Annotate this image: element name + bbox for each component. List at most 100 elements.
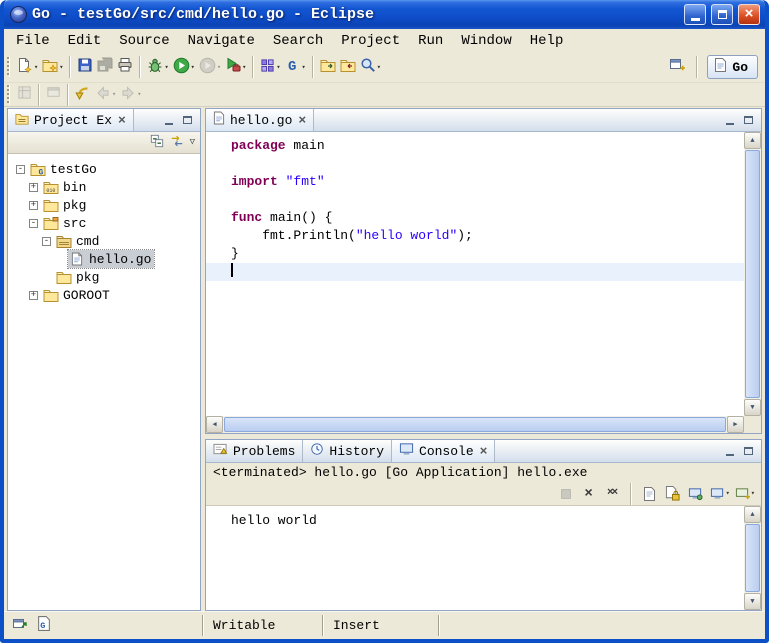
search-button[interactable]: ▾ [358,55,383,79]
menu-edit[interactable]: Edit [59,31,111,51]
maximize-view-button[interactable] [180,113,195,128]
code-line-4[interactable] [206,191,744,209]
fast-view-button[interactable] [12,616,28,635]
scroll-track[interactable] [744,149,761,399]
scroll-up-button[interactable]: ▲ [744,132,761,149]
view-menu-button[interactable]: ▽ [190,138,195,147]
tree-item-testgo[interactable]: -GtestGo [12,160,200,178]
tab-hello-go[interactable]: hello.go × [206,109,314,131]
editor-vertical-scrollbar[interactable]: ▲ ▼ [744,132,761,416]
import-button[interactable] [318,55,338,79]
dropdown-arrow-icon[interactable]: ▾ [34,63,38,72]
go-tools-button[interactable]: G▾ [283,55,308,79]
new-go-app-button[interactable]: ▾ [258,55,282,79]
close-view-icon[interactable]: × [480,445,488,458]
maximize-button[interactable] [711,4,733,25]
tree-item-bin[interactable]: +010bin [12,178,200,196]
pin-console-button[interactable] [687,484,705,504]
dropdown-arrow-icon[interactable]: ▾ [377,63,381,72]
tree-item-goroot[interactable]: +GOROOT [12,286,200,304]
display-selected-console-button[interactable]: ▾ [710,484,730,504]
scroll-track[interactable] [223,416,727,433]
scroll-left-button[interactable]: ◀ [206,416,223,433]
tab-history[interactable]: History [303,440,392,462]
dropdown-arrow-icon[interactable]: ▾ [137,90,141,99]
menu-source[interactable]: Source [110,31,178,51]
expand-handle-icon[interactable]: + [29,183,38,192]
export-button[interactable] [338,55,358,79]
dropdown-arrow-icon[interactable]: ▾ [276,63,280,72]
remove-all-launches-button[interactable]: ×× [603,484,621,504]
menu-project[interactable]: Project [332,31,409,51]
scroll-right-button[interactable]: ▶ [727,416,744,433]
go-status-button[interactable]: G [37,616,51,635]
code-area[interactable]: package mainimport "fmt"func main() { fm… [206,132,744,416]
open-perspective-button[interactable] [667,55,687,79]
expand-handle-icon[interactable]: + [29,201,38,210]
maximize-view-button[interactable] [741,444,756,459]
menu-search[interactable]: Search [264,31,332,51]
tab-problems[interactable]: Problems [206,440,303,462]
console-body[interactable]: hello world ▲ ▼ [206,506,761,610]
scroll-down-button[interactable]: ▼ [744,593,761,610]
remove-launch-button[interactable]: × [580,484,598,504]
maximize-view-button[interactable] [741,113,756,128]
minimize-view-button[interactable] [161,113,176,128]
back-button[interactable]: ▾ [93,83,118,107]
dropdown-arrow-icon[interactable]: ▾ [191,63,195,72]
editor-body[interactable]: package mainimport "fmt"func main() { fm… [206,132,761,433]
collapse-handle-icon[interactable]: - [16,165,25,174]
code-line-5[interactable]: func main() { [206,209,744,227]
menu-file[interactable]: File [7,31,59,51]
code-line-3[interactable]: import "fmt" [206,173,744,191]
dropdown-arrow-icon[interactable]: ▾ [164,63,168,72]
new-project-button[interactable]: ▾ [40,55,65,79]
menu-run[interactable]: Run [409,31,452,51]
pin-editor-button[interactable] [15,83,34,107]
code-line-7[interactable]: } [206,245,744,263]
dropdown-arrow-icon[interactable]: ▾ [112,90,116,99]
close-button[interactable]: × [738,4,760,25]
toolbar-grip[interactable] [7,57,10,77]
code-line-2[interactable] [206,155,744,173]
link-with-editor-button[interactable] [44,83,63,107]
terminate-button[interactable] [557,484,575,504]
tree-item-cmd[interactable]: -cmd [12,232,200,250]
save-button[interactable] [75,55,95,79]
clear-console-button[interactable] [641,484,659,504]
dropdown-arrow-icon[interactable]: ▾ [59,63,63,72]
dropdown-arrow-icon[interactable]: ▾ [726,489,730,498]
title-bar[interactable]: Go - testGo/src/cmd/hello.go - Eclipse × [4,0,765,29]
minimize-button[interactable] [684,4,706,25]
save-all-button[interactable] [95,55,115,79]
tab-console[interactable]: Console× [392,440,495,462]
dropdown-arrow-icon[interactable]: ▾ [302,63,306,72]
dropdown-arrow-icon[interactable]: ▾ [242,63,246,72]
scroll-thumb[interactable] [224,417,726,432]
dropdown-arrow-icon[interactable]: ▾ [217,63,221,72]
last-edit-location-button[interactable] [73,83,93,107]
dropdown-arrow-icon[interactable]: ▾ [751,489,755,498]
code-line-1[interactable]: package main [206,137,744,155]
link-with-editor-button[interactable] [170,134,184,151]
tree-item-pkg[interactable]: pkg [12,268,200,286]
collapse-handle-icon[interactable]: - [42,237,51,246]
collapse-handle-icon[interactable]: - [29,219,38,228]
editor-horizontal-scrollbar[interactable]: ◀ ▶ [206,416,744,433]
tree-item-pkg[interactable]: +pkg [12,196,200,214]
minimize-view-button[interactable] [722,113,737,128]
scroll-thumb[interactable] [745,150,760,398]
new-wizard-button[interactable]: ▾ [15,55,40,79]
code-line-8[interactable] [206,263,744,281]
scroll-track[interactable] [744,523,761,593]
print-button[interactable] [115,55,135,79]
console-vertical-scrollbar[interactable]: ▲ ▼ [744,506,761,610]
minimize-view-button[interactable] [722,444,737,459]
close-editor-icon[interactable]: × [298,114,306,127]
scroll-down-button[interactable]: ▼ [744,399,761,416]
expand-handle-icon[interactable]: + [29,291,38,300]
debug-button[interactable]: ▾ [145,55,170,79]
tree-item-src[interactable]: -src [12,214,200,232]
open-console-button[interactable]: ▾ [735,484,755,504]
perspective-go-button[interactable]: Go [707,55,758,79]
